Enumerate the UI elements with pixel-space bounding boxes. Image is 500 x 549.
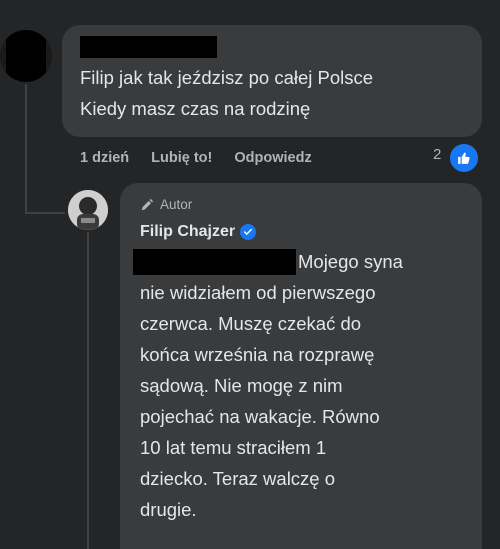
author-avatar[interactable]: [68, 190, 108, 230]
comment-text: Filip jak tak jeździsz po całej Polsce K…: [80, 67, 374, 119]
like-button[interactable]: Lubię to!: [151, 150, 212, 166]
pencil-icon: [141, 198, 154, 210]
verified-badge-icon: [240, 224, 257, 240]
comments-thread: Filip jak tak jeździsz po całej Polsce K…: [0, 0, 500, 549]
redaction-block: [6, 30, 46, 82]
thread-line-vertical-inner: [87, 232, 89, 549]
author-badge: Autor: [140, 197, 192, 212]
comment-actions: 1 dzień Lubię to! Odpowiedz: [80, 146, 334, 170]
author-name-link[interactable]: Filip Chajzer: [140, 223, 257, 241]
mention-redacted: [133, 249, 296, 275]
reaction-count[interactable]: 2: [433, 146, 441, 163]
reply-text: nie widziałem od pierwszego czerwca. Mus…: [140, 282, 380, 520]
thread-line-vertical-outer: [25, 84, 27, 214]
reply-button[interactable]: Odpowiedz: [234, 150, 311, 166]
reply-text-first: Mojego syna: [298, 251, 403, 272]
thread-line-horizontal: [25, 212, 65, 214]
author-badge-label: Autor: [160, 197, 193, 212]
commenter-name-redacted: [80, 36, 217, 58]
comment-time[interactable]: 1 dzień: [80, 150, 129, 166]
commenter-avatar[interactable]: [0, 30, 52, 82]
like-reaction-icon[interactable]: [448, 142, 480, 174]
author-name[interactable]: Filip Chajzer: [140, 223, 235, 241]
